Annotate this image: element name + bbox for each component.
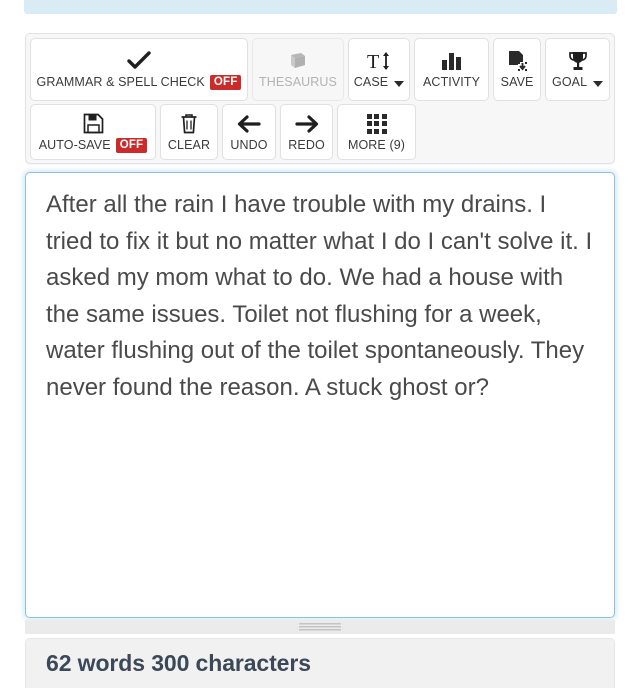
- grammar-spell-check-button[interactable]: GRAMMAR & SPELL CHECK OFF: [30, 38, 248, 101]
- word-count-text: 62 words 300 characters: [46, 650, 311, 676]
- editor-content[interactable]: After all the rain I have trouble with m…: [46, 187, 596, 406]
- save-document-icon: [506, 48, 528, 74]
- check-icon: [127, 48, 151, 74]
- grid-icon: [366, 111, 387, 137]
- book-icon: [288, 48, 308, 74]
- auto-save-button[interactable]: AUTO-SAVE OFF: [30, 104, 156, 160]
- auto-save-label: AUTO-SAVE OFF: [38, 137, 148, 153]
- goal-text: GOAL: [552, 75, 588, 89]
- case-label: CASE: [353, 75, 405, 90]
- thesaurus-label: THESAURUS: [259, 75, 337, 89]
- editor-resize-strip: [25, 620, 615, 634]
- toolbar-row-secondary: AUTO-SAVE OFF CLEAR UNDO REDO MORE (9): [30, 104, 610, 160]
- svg-text:T: T: [367, 51, 379, 72]
- text-editor-app: GRAMMAR & SPELL CHECK OFF THESAURUS T CA…: [0, 0, 640, 688]
- trophy-icon: [566, 48, 590, 74]
- save-button[interactable]: SAVE: [493, 38, 542, 101]
- more-label: MORE (9): [347, 137, 406, 152]
- top-banner: [24, 0, 617, 14]
- redo-label: REDO: [288, 137, 325, 152]
- goal-label: GOAL: [552, 75, 604, 90]
- arrow-left-icon: [237, 111, 261, 137]
- activity-label: ACTIVITY: [423, 75, 481, 89]
- grammar-spell-check-label: GRAMMAR & SPELL CHECK OFF: [37, 75, 242, 90]
- bar-chart-icon: [442, 48, 461, 74]
- editor-toolbar: GRAMMAR & SPELL CHECK OFF THESAURUS T CA…: [25, 33, 615, 164]
- activity-button[interactable]: ACTIVITY: [414, 38, 490, 101]
- grammar-spell-check-status-badge: OFF: [209, 75, 242, 90]
- auto-save-status-badge: OFF: [115, 137, 148, 153]
- arrow-right-icon: [294, 111, 319, 137]
- word-count-bar: 62 words 300 characters: [25, 638, 615, 688]
- case-button[interactable]: T CASE: [348, 38, 410, 101]
- auto-save-text: AUTO-SAVE: [38, 137, 111, 152]
- floppy-disk-icon: [83, 111, 104, 137]
- thesaurus-button[interactable]: THESAURUS: [252, 38, 344, 101]
- trash-icon: [180, 111, 198, 137]
- goal-button[interactable]: GOAL: [545, 38, 611, 101]
- undo-label: UNDO: [230, 137, 268, 152]
- case-text: CASE: [353, 75, 389, 89]
- redo-button[interactable]: REDO: [280, 104, 333, 160]
- grammar-spell-check-text: GRAMMAR & SPELL CHECK: [36, 75, 205, 89]
- more-button[interactable]: MORE (9): [337, 104, 416, 160]
- undo-button[interactable]: UNDO: [222, 104, 276, 160]
- resize-handle[interactable]: [299, 622, 341, 632]
- chevron-down-icon: [593, 80, 604, 87]
- text-editor-textarea[interactable]: After all the rain I have trouble with m…: [25, 172, 615, 618]
- clear-label: CLEAR: [167, 137, 211, 152]
- chevron-down-icon: [394, 80, 405, 87]
- save-label: SAVE: [500, 75, 534, 89]
- text-case-icon: T: [366, 48, 392, 74]
- clear-button[interactable]: CLEAR: [160, 104, 218, 160]
- toolbar-row-primary: GRAMMAR & SPELL CHECK OFF THESAURUS T CA…: [30, 38, 611, 101]
